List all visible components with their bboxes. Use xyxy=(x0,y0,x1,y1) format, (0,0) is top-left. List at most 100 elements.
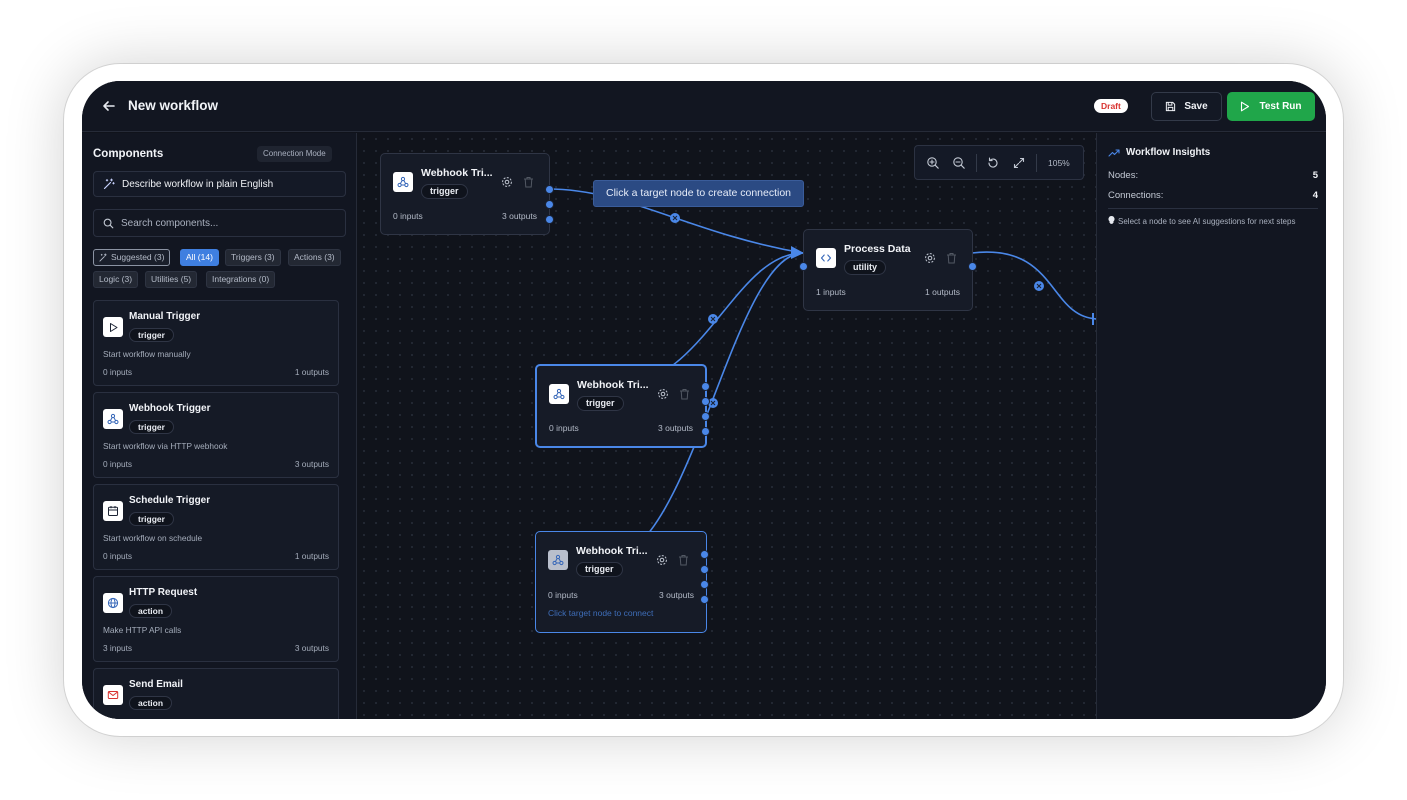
webhook-icon xyxy=(393,172,413,192)
component-tag: trigger xyxy=(129,328,174,342)
component-description: Start workflow via HTTP webhook xyxy=(103,441,228,451)
insights-title: Workflow Insights xyxy=(1126,147,1211,158)
filter-chip-triggers[interactable]: Triggers (3) xyxy=(225,249,281,266)
component-card-manual-trigger[interactable]: Manual Trigger trigger Start workflow ma… xyxy=(93,300,339,386)
connections-label: Connections: xyxy=(1108,190,1164,201)
connections-count: 4 xyxy=(1312,190,1318,201)
magic-wand-icon xyxy=(103,178,115,190)
trash-icon[interactable] xyxy=(523,176,534,188)
output-port[interactable] xyxy=(701,427,710,436)
test-run-label: Test Run xyxy=(1259,101,1302,112)
node-outputs: 1 outputs xyxy=(925,287,960,297)
nodes-count: 5 xyxy=(1312,170,1318,181)
edge-process-to-next xyxy=(971,251,1096,320)
trash-icon[interactable] xyxy=(678,554,689,566)
output-port[interactable] xyxy=(545,185,554,194)
output-port[interactable] xyxy=(700,580,709,589)
gear-icon[interactable] xyxy=(657,388,669,400)
toolbar-divider xyxy=(976,154,977,172)
filter-chip-actions[interactable]: Actions (3) xyxy=(288,249,341,266)
describe-workflow-label: Describe workflow in plain English xyxy=(122,178,274,190)
divider xyxy=(1108,208,1318,209)
connection-mode-toggle[interactable]: Connection Mode xyxy=(257,146,332,162)
save-button[interactable]: Save xyxy=(1151,92,1222,121)
component-tag: action xyxy=(129,604,173,618)
sparkle-icon xyxy=(99,253,107,262)
workflow-insights-panel: Workflow Insights Nodes: 5 Connections: … xyxy=(1096,133,1326,719)
play-icon xyxy=(1241,101,1250,112)
node-inputs: 0 inputs xyxy=(548,590,578,600)
trash-icon[interactable] xyxy=(679,388,690,400)
connections-count-row: Connections: 4 xyxy=(1108,190,1318,201)
components-sidebar: Components Connection Mode Describe work… xyxy=(82,133,357,719)
output-port[interactable] xyxy=(701,397,710,406)
gear-icon[interactable] xyxy=(924,252,936,264)
component-name: Webhook Trigger xyxy=(129,403,211,414)
gear-icon[interactable] xyxy=(656,554,668,566)
output-port[interactable] xyxy=(701,412,710,421)
search-icon xyxy=(103,218,114,228)
node-type-tag: utility xyxy=(844,260,886,275)
component-description: Make HTTP API calls xyxy=(103,625,182,635)
output-port[interactable] xyxy=(545,215,554,224)
component-name: HTTP Request xyxy=(129,587,198,598)
describe-workflow-button[interactable]: Describe workflow in plain English xyxy=(93,171,346,197)
output-port[interactable] xyxy=(700,550,709,559)
insights-note: Select a node to see AI suggestions for … xyxy=(1108,216,1313,228)
input-port[interactable] xyxy=(799,262,808,271)
filter-chip-utilities[interactable]: Utilities (5) xyxy=(145,271,198,288)
component-tag: action xyxy=(129,696,173,710)
node-webhook-trigger-1[interactable]: Webhook Tri... trigger 0 inputs 3 output… xyxy=(380,153,554,235)
webhook-icon xyxy=(549,384,569,404)
component-tag: trigger xyxy=(129,420,174,434)
calendar-icon xyxy=(103,501,123,521)
filter-chip-suggested[interactable]: Suggested (3) xyxy=(93,249,171,266)
zoom-in-icon[interactable] xyxy=(926,156,940,170)
insights-note-text: Select a node to see AI suggestions for … xyxy=(1118,217,1296,226)
output-port[interactable] xyxy=(701,382,710,391)
sidebar-title: Components xyxy=(93,148,164,160)
component-name: Schedule Trigger xyxy=(129,495,211,506)
mail-icon xyxy=(103,685,123,705)
code-icon xyxy=(816,248,836,268)
search-input[interactable] xyxy=(121,217,341,229)
connect-hint: Click target node to connect xyxy=(548,608,654,618)
trash-icon[interactable] xyxy=(946,252,957,264)
node-inputs: 1 inputs xyxy=(816,287,846,297)
zoom-toolbar: 105% xyxy=(914,145,1084,180)
node-process-data[interactable]: Process Data utility 1 inputs 1 outputs xyxy=(799,229,977,311)
save-label: Save xyxy=(1184,101,1208,112)
gear-icon[interactable] xyxy=(501,176,513,188)
top-bar: New workflow Draft Save Test Run xyxy=(82,81,1326,132)
webhook-icon xyxy=(548,550,568,570)
status-badge: Draft xyxy=(1094,99,1128,113)
workflow-title[interactable]: New workflow xyxy=(128,98,218,113)
workflow-canvas[interactable]: 105% Webhook Tri... trigger 0 inputs 3 o… xyxy=(358,133,1096,719)
component-card-send-email[interactable]: Send Email action xyxy=(93,668,339,719)
node-webhook-trigger-2[interactable]: Webhook Tri... trigger 0 inputs 3 output… xyxy=(535,364,710,448)
reset-view-icon[interactable] xyxy=(986,156,1000,170)
node-title: Webhook Tri... xyxy=(576,545,648,557)
fit-view-icon[interactable] xyxy=(1012,156,1026,170)
save-icon xyxy=(1166,101,1176,112)
component-outputs: 1 outputs xyxy=(294,551,329,561)
nodes-label: Nodes: xyxy=(1108,170,1139,181)
output-port[interactable] xyxy=(700,595,709,604)
webhook-icon xyxy=(103,409,123,429)
toolbar-divider xyxy=(1036,154,1037,172)
filter-chip-all[interactable]: All (14) xyxy=(180,249,219,266)
component-card-http-request[interactable]: HTTP Request action Make HTTP API calls … xyxy=(93,576,339,662)
test-run-button[interactable]: Test Run xyxy=(1227,92,1315,121)
filter-chip-logic[interactable]: Logic (3) xyxy=(93,271,139,288)
component-outputs: 3 outputs xyxy=(294,459,329,469)
output-port[interactable] xyxy=(700,565,709,574)
trending-up-icon xyxy=(1108,149,1120,157)
filter-chip-integrations[interactable]: Integrations (0) xyxy=(206,271,276,288)
back-arrow-icon[interactable] xyxy=(100,97,118,115)
output-port[interactable] xyxy=(545,200,554,209)
zoom-out-icon[interactable] xyxy=(952,156,966,170)
node-webhook-trigger-3[interactable]: Webhook Tri... trigger 0 inputs 3 output… xyxy=(535,531,709,633)
component-card-schedule-trigger[interactable]: Schedule Trigger trigger Start workflow … xyxy=(93,484,339,570)
component-card-webhook-trigger[interactable]: Webhook Trigger trigger Start workflow v… xyxy=(93,392,339,478)
output-port[interactable] xyxy=(968,262,977,271)
